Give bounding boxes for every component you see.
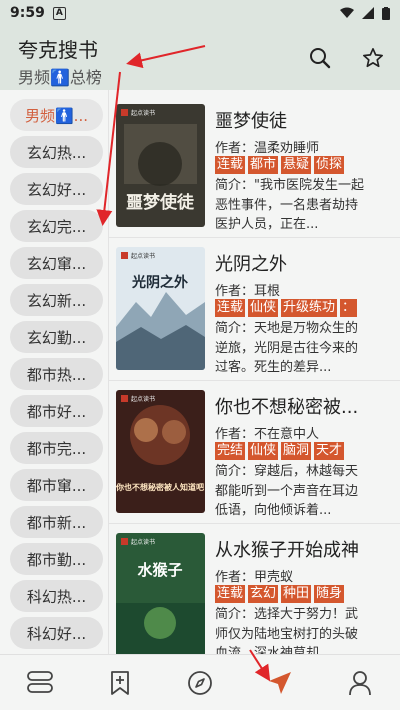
tag-genre: 仙侠	[248, 299, 279, 317]
sidebar-item-xuanhuan-complete[interactable]: 玄幻完...	[10, 210, 103, 242]
book-author: 作者：耳根	[215, 284, 281, 299]
shelf-icon	[27, 671, 53, 693]
nav-bookmark[interactable]	[104, 667, 136, 699]
sidebar-item-dushi-rising[interactable]: 都市窜...	[10, 469, 103, 501]
book-cover[interactable]: 起点读书 噩梦使徒	[116, 104, 205, 227]
star-icon	[363, 48, 383, 68]
notification-badge-icon: A	[52, 6, 66, 20]
sidebar-item-dushi-complete[interactable]: 都市完...	[10, 432, 103, 464]
app-title: 夸克搜书	[18, 38, 98, 62]
tag-extra: 天才	[314, 442, 345, 460]
book-title[interactable]: 光阴之外	[215, 250, 397, 276]
app-header: 夸克搜书 男频🚹总榜	[0, 26, 400, 90]
bookmark-add-icon	[111, 671, 129, 695]
status-time: 9:59	[10, 5, 45, 21]
book-intro: 简介："我市医院发生一起恶性事件，一名患者劫持医护人员，正在...	[215, 178, 364, 232]
book-intro: 简介：天地是万物众生的逆旅，光阴是古往今来的过客。死生的差异...	[215, 321, 359, 375]
book-item[interactable]: 起点读书 水猴子 从水猴子开始成神 作者：甲壳蚁 连载 玄幻 种田 随身 简介：…	[109, 524, 400, 666]
cover-title: 你也不想秘密被人知道吧	[116, 482, 204, 492]
book-item[interactable]: 起点读书 噩梦使徒 噩梦使徒 作者：温柔劝睡师 连载 都市 悬疑 侦探 简介："…	[109, 95, 400, 237]
book-tags: 连载 仙侠 升级练功 ：	[215, 299, 365, 317]
tag-genre: 玄幻	[248, 585, 279, 603]
tag-theme: 悬疑	[281, 156, 312, 174]
book-tags: 连载 玄幻 种田 随身	[215, 585, 365, 603]
sidebar-item-dushi-new[interactable]: 都市新...	[10, 506, 103, 538]
cover-publisher: 起点读书	[131, 252, 155, 260]
sidebar-item-kehuan-hot[interactable]: 科幻热...	[10, 580, 103, 612]
tag-status: 连载	[215, 585, 246, 603]
signal-icon	[362, 7, 374, 19]
compass-icon	[188, 671, 212, 695]
sidebar-item-dushi-hot[interactable]: 都市热...	[10, 358, 103, 390]
book-intro: 简介：穿越后，林越每天都能听到一个声音在耳边低语，向他倾诉着...	[215, 464, 359, 518]
ranking-subtitle[interactable]: 男频🚹总榜	[18, 64, 102, 88]
tag-extra: 随身	[314, 585, 345, 603]
sidebar-item-xuanhuan-rising[interactable]: 玄幻窜...	[10, 247, 103, 279]
sidebar-item-male-total[interactable]: 男频🚹...	[10, 99, 103, 131]
cover-title: 水猴子	[137, 561, 182, 579]
sidebar-item-dushi-diligent[interactable]: 都市勤...	[10, 543, 103, 575]
book-author: 作者：甲壳蚁	[215, 570, 294, 585]
favorite-button[interactable]	[357, 42, 389, 74]
tag-extra: ：	[340, 299, 358, 317]
book-title[interactable]: 从水猴子开始成神	[215, 536, 397, 562]
nav-rank[interactable]	[264, 667, 296, 699]
cover-publisher: 起点读书	[131, 395, 155, 403]
sidebar-item-xuanhuan-good[interactable]: 玄幻好...	[10, 173, 103, 205]
nav-profile[interactable]	[344, 667, 376, 699]
book-author: 作者：温柔劝睡师	[215, 141, 320, 156]
book-cover[interactable]: 起点读书 水猴子	[116, 533, 205, 656]
tag-theme: 脑洞	[281, 442, 312, 460]
tag-status: 完结	[215, 442, 246, 460]
sidebar-item-xuanhuan-hot[interactable]: 玄幻热...	[10, 136, 103, 168]
book-item[interactable]: 起点读书 你也不想秘密被人知道吧 你也不想秘密被... 作者：不在意中人 完结 …	[109, 381, 400, 523]
wifi-icon	[340, 7, 354, 18]
profile-icon	[349, 671, 371, 696]
battery-icon	[382, 6, 390, 20]
cover-publisher: 起点读书	[131, 109, 155, 117]
tag-status: 连载	[215, 156, 246, 174]
tag-theme: 升级练功	[281, 299, 338, 317]
sidebar-item-xuanhuan-new[interactable]: 玄幻新...	[10, 284, 103, 316]
sidebar-item-xuanhuan-diligent[interactable]: 玄幻勤...	[10, 321, 103, 353]
book-tags: 完结 仙侠 脑洞 天才	[215, 442, 365, 460]
nav-discover[interactable]	[184, 667, 216, 699]
category-sidebar[interactable]: 男频🚹... 玄幻热... 玄幻好... 玄幻完... 玄幻窜... 玄幻新..…	[0, 90, 108, 654]
cover-publisher: 起点读书	[131, 538, 155, 546]
book-item[interactable]: 起点读书 光阴之外 光阴之外 作者：耳根 连载 仙侠 升级练功 ： 简介：天地是…	[109, 238, 400, 380]
tag-genre: 都市	[248, 156, 279, 174]
tag-status: 连载	[215, 299, 246, 317]
tag-extra: 侦探	[314, 156, 345, 174]
bottom-nav	[0, 654, 400, 710]
book-tags: 连载 都市 悬疑 侦探	[215, 156, 365, 174]
status-icons	[340, 6, 390, 20]
search-button[interactable]	[304, 42, 336, 74]
book-title[interactable]: 你也不想秘密被...	[215, 393, 397, 419]
book-cover[interactable]: 起点读书 你也不想秘密被人知道吧	[116, 390, 205, 513]
sidebar-item-dushi-good[interactable]: 都市好...	[10, 395, 103, 427]
book-author: 作者：不在意中人	[215, 427, 320, 442]
send-icon	[269, 672, 291, 694]
cover-title: 光阴之外	[131, 274, 188, 291]
sidebar-item-kehuan-good[interactable]: 科幻好...	[10, 617, 103, 649]
cover-title: 噩梦使徒	[126, 192, 195, 213]
nav-shelf[interactable]	[24, 667, 56, 699]
tag-theme: 种田	[281, 585, 312, 603]
search-icon	[310, 48, 331, 69]
book-cover[interactable]: 起点读书 光阴之外	[116, 247, 205, 370]
tag-genre: 仙侠	[248, 442, 279, 460]
book-title[interactable]: 噩梦使徒	[215, 107, 397, 133]
status-bar: 9:59 A	[0, 0, 400, 26]
